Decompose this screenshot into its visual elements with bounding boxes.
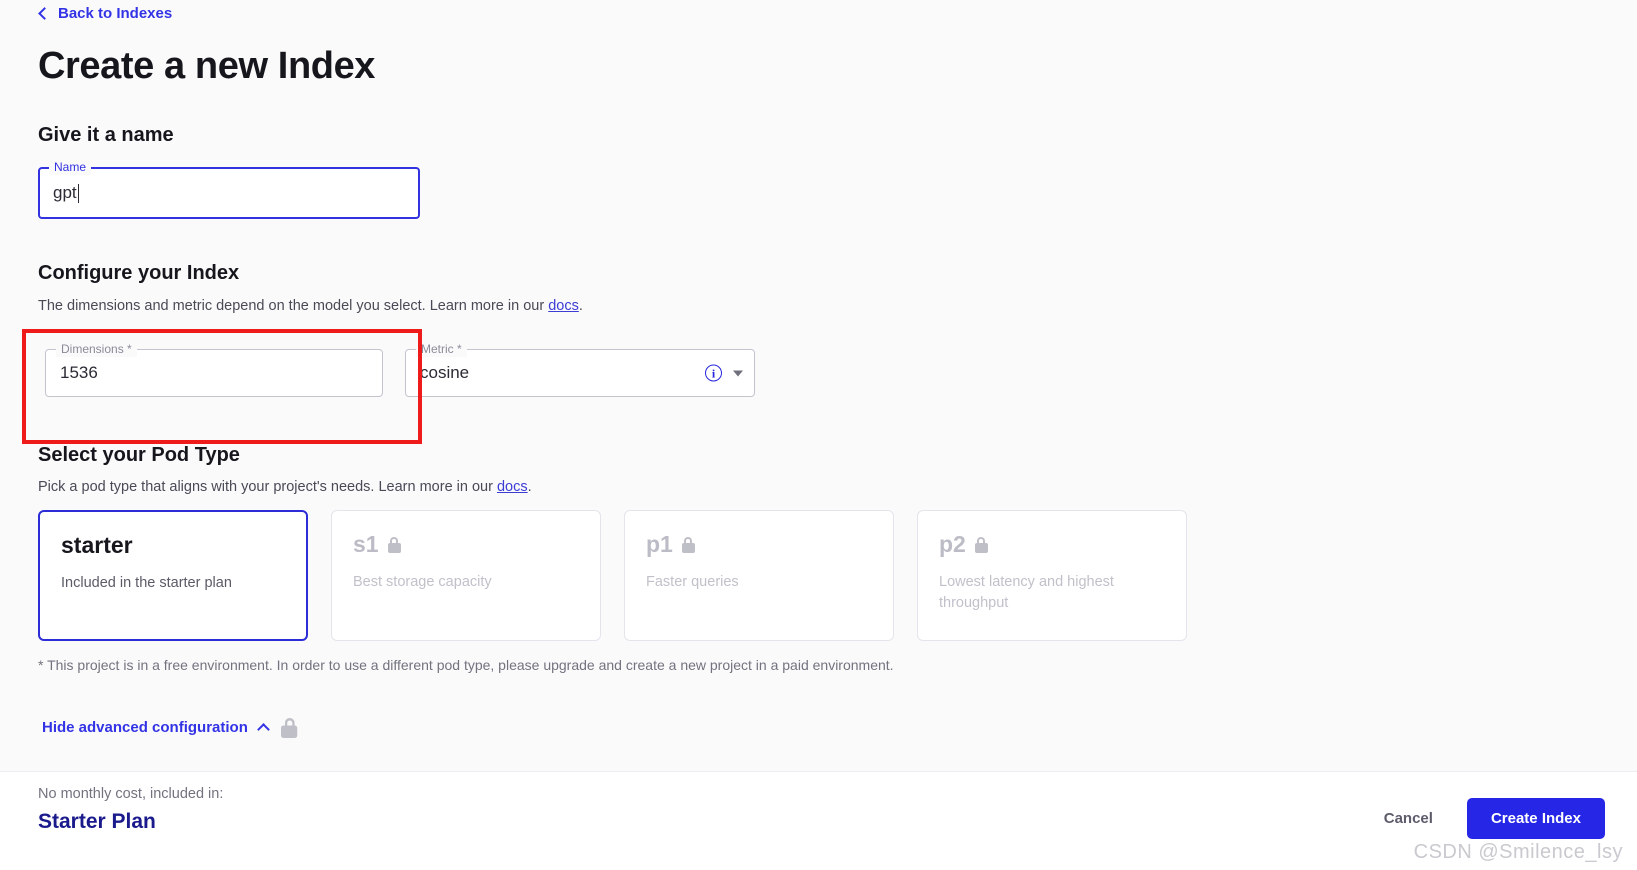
pod-description-period: . xyxy=(527,479,532,495)
metric-field[interactable]: Metric * cosine i xyxy=(405,341,755,397)
monthly-cost-label: No monthly cost, included in: xyxy=(38,786,224,802)
lock-icon xyxy=(280,717,298,738)
free-environment-footnote: * This project is in a free environment.… xyxy=(38,657,894,673)
bottom-action-bar: No monthly cost, included in: Starter Pl… xyxy=(0,771,1637,870)
configure-docs-link[interactable]: docs xyxy=(548,298,579,314)
index-name-label: Name xyxy=(49,159,92,175)
pod-card-description: Lowest latency and highest throughput xyxy=(939,574,1114,611)
page-title: Create a new Index xyxy=(38,45,376,87)
pod-card-starter[interactable]: starter Included in the starter plan xyxy=(38,510,308,641)
pod-card-name: p2 xyxy=(939,531,966,557)
plan-name: Starter Plan xyxy=(38,810,156,833)
dimensions-field[interactable]: Dimensions * 1536 xyxy=(45,341,383,397)
configure-description-period: . xyxy=(578,298,583,314)
pod-card-name: p1 xyxy=(646,531,673,557)
info-icon[interactable]: i xyxy=(705,364,722,382)
dimensions-label: Dimensions * xyxy=(56,341,137,357)
back-to-indexes-link[interactable]: Back to Indexes xyxy=(38,5,173,22)
bottom-bar-actions: Cancel Create Index xyxy=(1380,798,1605,839)
pod-card-title-row: p2 xyxy=(939,533,1165,556)
index-name-value: gpt xyxy=(53,183,77,202)
chevron-left-icon xyxy=(38,6,51,20)
cancel-button[interactable]: Cancel xyxy=(1380,800,1437,837)
pod-card-p2[interactable]: p2 Lowest latency and highest throughput xyxy=(917,510,1187,641)
hide-advanced-configuration-label: Hide advanced configuration xyxy=(42,719,248,736)
metric-value: cosine xyxy=(420,363,470,382)
lock-icon xyxy=(974,536,988,553)
pod-card-title-row: s1 xyxy=(353,533,579,556)
lock-icon xyxy=(681,536,695,553)
name-section-heading: Give it a name xyxy=(38,124,174,146)
pod-section-heading: Select your Pod Type xyxy=(38,444,240,466)
lock-icon xyxy=(387,536,401,553)
advanced-configuration-row: Hide advanced configuration xyxy=(42,717,298,738)
metric-label: Metric * xyxy=(416,341,467,357)
chevron-up-icon xyxy=(257,723,270,736)
pod-card-name: starter xyxy=(61,532,133,558)
pod-card-description: Included in the starter plan xyxy=(61,575,232,591)
back-to-indexes-label: Back to Indexes xyxy=(58,5,173,22)
index-name-field[interactable]: Name gpt xyxy=(38,159,420,219)
create-index-button[interactable]: Create Index xyxy=(1466,798,1605,839)
dimensions-value: 1536 xyxy=(60,363,98,382)
pod-card-title-row: starter xyxy=(61,534,285,557)
index-name-value-wrap: gpt xyxy=(53,183,79,203)
configure-section-description: The dimensions and metric depend on the … xyxy=(38,298,583,314)
pod-section-description: Pick a pod type that aligns with your pr… xyxy=(38,479,532,495)
pod-card-s1[interactable]: s1 Best storage capacity xyxy=(331,510,601,641)
text-caret xyxy=(77,183,79,203)
chevron-down-icon[interactable] xyxy=(733,370,743,376)
configure-section-heading: Configure your Index xyxy=(38,262,240,284)
pod-docs-link[interactable]: docs xyxy=(497,479,528,495)
configure-description-text: The dimensions and metric depend on the … xyxy=(38,298,549,314)
pod-card-description: Best storage capacity xyxy=(353,574,492,590)
pod-card-name: s1 xyxy=(353,531,379,557)
metric-adornments: i xyxy=(705,364,743,382)
pod-card-p1[interactable]: p1 Faster queries xyxy=(624,510,894,641)
hide-advanced-configuration-link[interactable]: Hide advanced configuration xyxy=(42,719,270,736)
pod-card-description: Faster queries xyxy=(646,574,739,590)
pod-card-title-row: p1 xyxy=(646,533,872,556)
field-outline xyxy=(38,167,420,219)
pod-description-text: Pick a pod type that aligns with your pr… xyxy=(38,479,497,495)
